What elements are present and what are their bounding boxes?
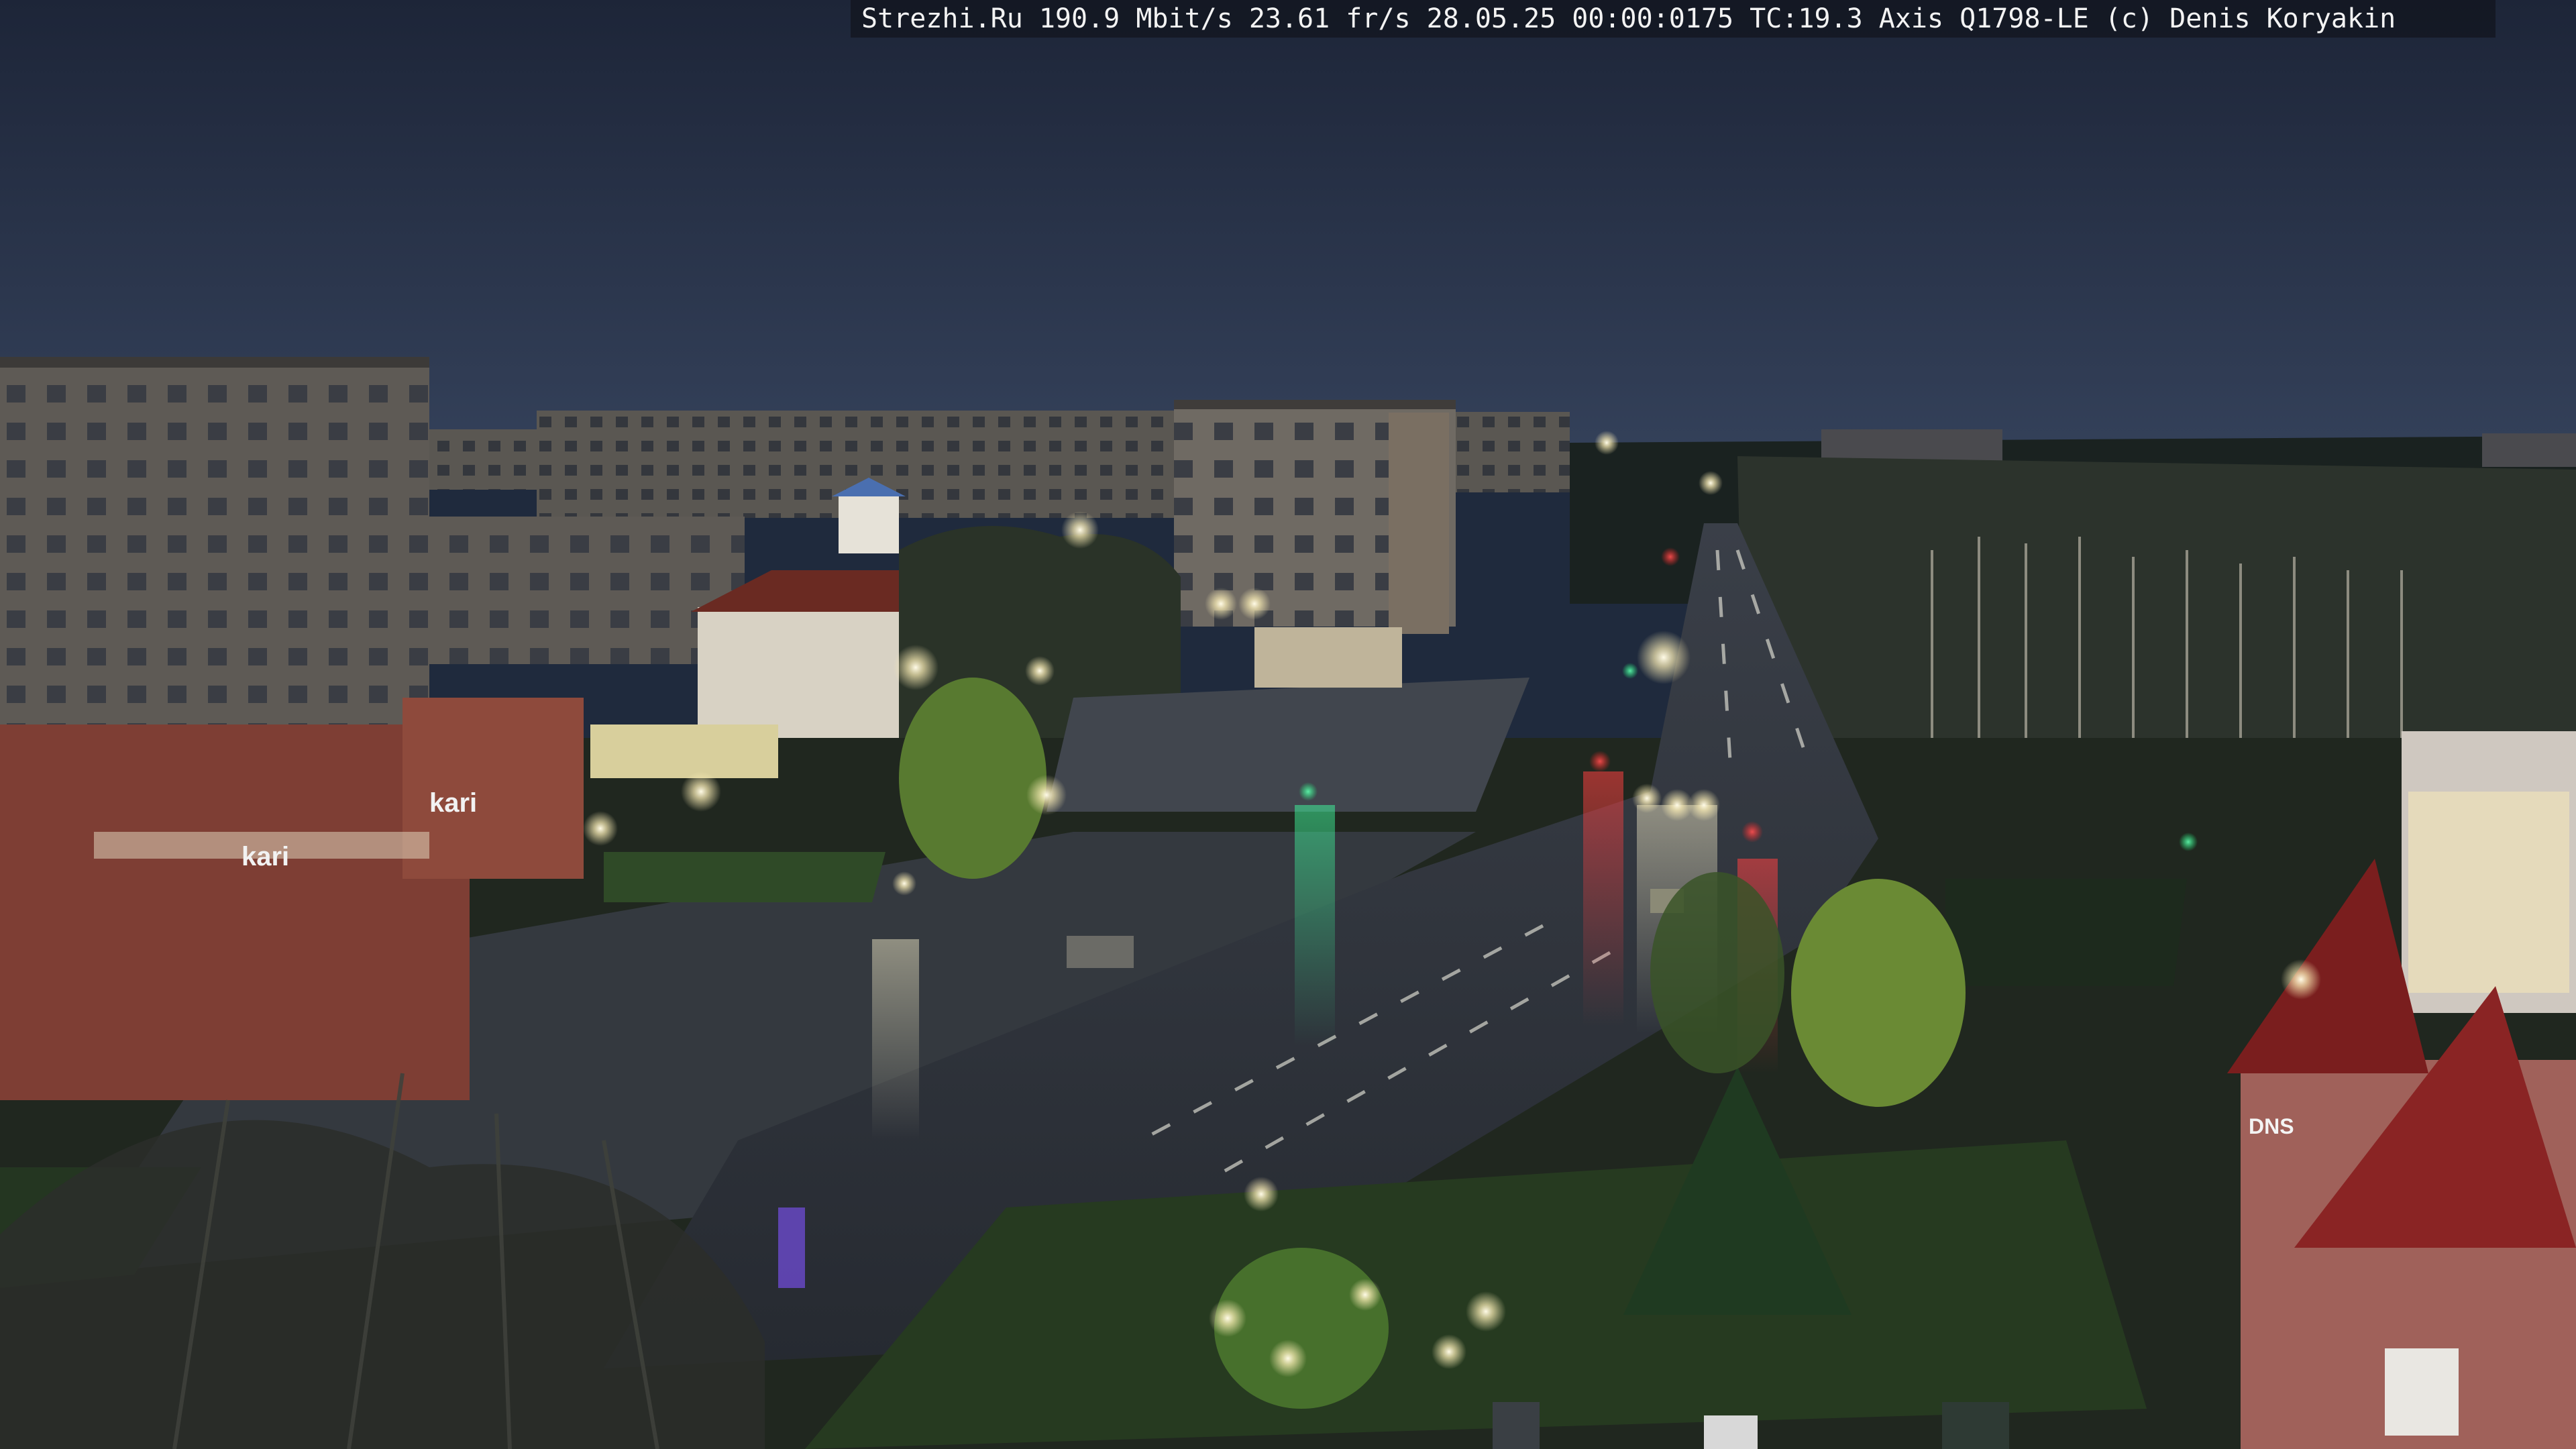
pavilion	[1254, 627, 1402, 688]
reflection-red	[1583, 771, 1623, 1026]
night-street-scene: kari kari DNS	[0, 0, 2576, 1449]
overlay-time: 00:00:0175	[1572, 3, 1734, 34]
shopping-center	[0, 724, 470, 1100]
central-tower-side	[1389, 413, 1449, 634]
central-tower-roof	[1174, 400, 1456, 409]
brown-roof-building	[698, 607, 899, 741]
far-apartment-block-3	[1442, 412, 1570, 492]
wet-plaza	[1046, 678, 1529, 812]
parked-car-2	[1704, 1415, 1758, 1449]
overlay-site: Strezhi.Ru	[861, 3, 1023, 34]
kiosk	[590, 724, 778, 778]
parked-car-1	[1493, 1402, 1540, 1449]
store-sign-dns: DNS	[2249, 1114, 2294, 1138]
overlay-camera-model: Axis Q1798-LE	[1878, 3, 2089, 34]
small-tower	[839, 493, 899, 553]
mid-left-apartments	[429, 517, 745, 664]
store-sign-kari-1: kari	[429, 788, 477, 818]
overlay-framerate: 23.61 fr/s	[1248, 3, 1411, 34]
overlay-tc: TC:19.3	[1750, 3, 1863, 34]
overlay-bitrate: 190.9 Mbit/s	[1038, 3, 1233, 34]
store-sign-kari-2: kari	[241, 842, 289, 871]
left-building-roof	[0, 357, 429, 368]
green-tree-1	[899, 678, 1046, 879]
distant-building-right	[1821, 429, 2002, 462]
dns-window	[2385, 1348, 2459, 1436]
parked-car-3	[1942, 1402, 2009, 1449]
vehicle-plaza	[1067, 936, 1134, 968]
camera-info-overlay: Strezhi.Ru 190.9 Mbit/s 23.61 fr/s 28.05…	[851, 0, 2496, 38]
reflection-green	[1295, 805, 1335, 1046]
right-building-lights	[2408, 792, 2569, 993]
overlay-date: 28.05.25	[1426, 3, 1556, 34]
decorative-light-pole	[778, 1208, 805, 1288]
overlay-copyright: (c) Denis Koryakin	[2104, 3, 2396, 34]
webcam-frame: kari kari DNS Strezhi.Ru 190.9 Mbit/s 23…	[0, 0, 2576, 1449]
green-tree-2	[1791, 879, 1966, 1107]
distant-building-far-right	[2482, 433, 2576, 467]
green-tree-4	[1650, 872, 1784, 1073]
reflection-white-2	[872, 939, 919, 1140]
lawn-plaza-left	[604, 852, 885, 902]
lawn-center-right	[1945, 879, 2187, 986]
